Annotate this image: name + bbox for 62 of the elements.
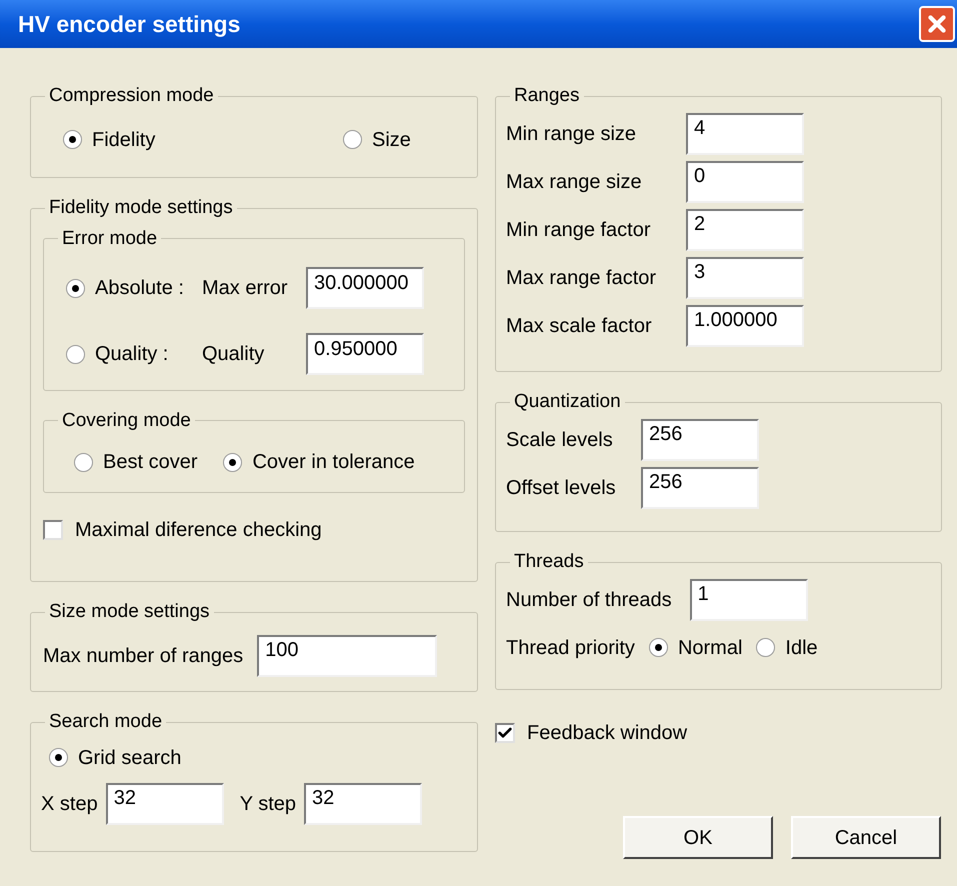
input-field[interactable]: 256 bbox=[641, 418, 759, 460]
input-field[interactable]: 0 bbox=[686, 160, 804, 202]
radio-label: Best cover bbox=[103, 450, 198, 475]
checkbox-label: Maximal diference checking bbox=[75, 518, 322, 542]
input-field[interactable]: 2 bbox=[686, 208, 804, 250]
radio-label: Absolute : bbox=[95, 276, 184, 301]
dialog-button[interactable]: OK bbox=[623, 816, 773, 859]
radio-button[interactable] bbox=[756, 638, 776, 657]
field-label: Max range factor bbox=[506, 266, 658, 290]
input-field[interactable]: 32 bbox=[304, 782, 422, 824]
radio-label: Cover in tolerance bbox=[252, 450, 415, 475]
group-title: Size mode settings bbox=[48, 600, 211, 624]
radio-button[interactable] bbox=[223, 452, 242, 472]
close-button[interactable] bbox=[919, 6, 955, 42]
group-title: Compression mode bbox=[48, 84, 215, 108]
radio-button[interactable] bbox=[63, 130, 82, 149]
field-label: Max number of ranges bbox=[43, 644, 244, 668]
field-label: Scale levels bbox=[506, 428, 614, 452]
input-field[interactable]: 0.950000 bbox=[306, 333, 424, 375]
window-title: HV encoder settings bbox=[18, 10, 240, 39]
input-field[interactable]: 256 bbox=[641, 466, 759, 508]
checkbox-label: Feedback window bbox=[527, 721, 688, 746]
field-label: Min range size bbox=[506, 122, 638, 146]
group-title: Error mode bbox=[61, 226, 158, 250]
field-label: Offset levels bbox=[506, 476, 617, 500]
field-label: Max scale factor bbox=[506, 314, 653, 338]
group-title: Ranges bbox=[513, 84, 580, 108]
checkbox[interactable] bbox=[43, 520, 63, 540]
field-label: Number of threads bbox=[506, 588, 672, 612]
radio-label: Normal bbox=[678, 636, 742, 660]
field-label: Y step bbox=[240, 792, 296, 816]
input-field[interactable]: 4 bbox=[686, 112, 804, 154]
radio-button[interactable] bbox=[66, 278, 85, 298]
radio-button[interactable] bbox=[343, 130, 362, 149]
input-field[interactable]: 3 bbox=[686, 256, 804, 298]
input-field[interactable]: 1.000000 bbox=[686, 304, 804, 346]
input-field[interactable]: 30.000000 bbox=[306, 267, 424, 309]
group-title: Covering mode bbox=[61, 408, 192, 432]
field-label: Max range size bbox=[506, 170, 643, 194]
field-label: Thread priority bbox=[506, 636, 635, 660]
dialog-button[interactable]: Cancel bbox=[791, 816, 941, 859]
radio-button[interactable] bbox=[49, 748, 68, 767]
field-label: Quality bbox=[202, 342, 266, 367]
radio-label: Grid search bbox=[78, 746, 182, 770]
group-title: Threads bbox=[513, 550, 585, 574]
group-title: Fidelity mode settings bbox=[48, 196, 234, 220]
radio-button[interactable] bbox=[66, 344, 85, 364]
field-label: Min range factor bbox=[506, 218, 652, 242]
input-field[interactable]: 1 bbox=[690, 578, 808, 620]
group-title: Quantization bbox=[513, 390, 622, 414]
radio-label: Fidelity bbox=[92, 128, 156, 152]
radio-label: Quality : bbox=[95, 342, 168, 367]
field-label: Max error bbox=[202, 276, 289, 301]
radio-label: Idle bbox=[785, 636, 818, 660]
radio-label: Size bbox=[372, 128, 411, 152]
radio-button[interactable] bbox=[74, 452, 93, 472]
checkbox[interactable] bbox=[495, 723, 515, 743]
group-title: Search mode bbox=[48, 710, 164, 734]
input-field[interactable]: 32 bbox=[106, 782, 224, 824]
field-label: X step bbox=[41, 792, 98, 816]
input-field[interactable]: 100 bbox=[257, 634, 438, 676]
radio-button[interactable] bbox=[648, 638, 668, 657]
